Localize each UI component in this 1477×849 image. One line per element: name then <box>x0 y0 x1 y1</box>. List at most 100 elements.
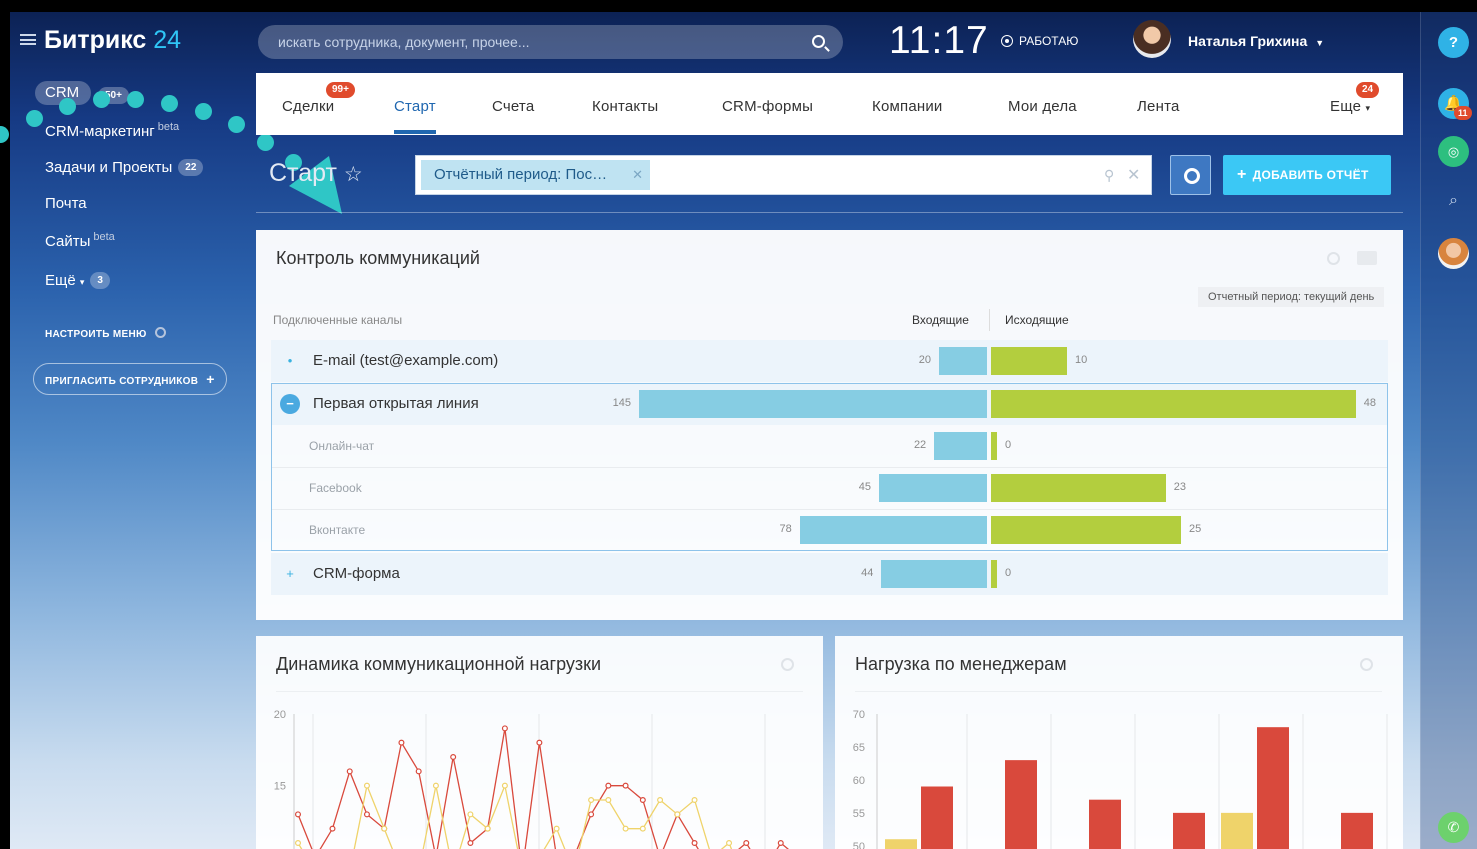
menu-burger-icon[interactable] <box>20 34 36 45</box>
invite-employees-button[interactable]: ПРИГЛАСИТЬ СОТРУДНИКОВ + <box>33 363 227 395</box>
sidebar-item-label: Сайты <box>45 233 91 250</box>
bar <box>1257 727 1289 849</box>
sidebar-item-tasks[interactable]: Задачи и Проекты 22 <box>45 159 204 176</box>
data-point <box>432 782 439 789</box>
sidebar-item-label: Задачи и Проекты <box>45 159 173 176</box>
data-point <box>622 825 629 832</box>
tab-invoices[interactable]: Счета <box>492 98 534 115</box>
sidebar-item-more[interactable]: Ещё ▾ 3 <box>45 272 110 289</box>
tab-contacts[interactable]: Контакты <box>592 98 658 115</box>
data-point <box>588 811 595 818</box>
configure-menu-link[interactable]: НАСТРОИТЬ МЕНЮ <box>45 327 166 340</box>
search-icon[interactable]: ⚲ <box>1104 167 1114 184</box>
sidebar-item-label: Ещё <box>45 272 76 289</box>
page-controls: Старт ☆ Отчётный период: Пос… ✕ ⚲ ✕ + ДОБА… <box>256 150 1403 214</box>
tab-my-activities[interactable]: Мои дела <box>1008 98 1077 115</box>
tab-more[interactable]: Еще ▾ <box>1330 98 1370 115</box>
filter-chip-label: Отчётный период: Пос… <box>434 166 608 183</box>
search-input[interactable]: искать сотрудника, документ, прочее... <box>258 25 843 59</box>
expand-icon[interactable]: • <box>280 351 300 371</box>
chevron-down-icon: ▾ <box>1365 103 1371 113</box>
tab-start[interactable]: Старт <box>394 98 436 115</box>
period-label: Отчетный период: текущий день <box>1198 287 1385 307</box>
bar <box>1005 760 1037 849</box>
tour-dot <box>59 98 76 115</box>
incoming-header: Входящие <box>912 313 969 327</box>
logo-version: 24 <box>153 26 182 54</box>
search-icon[interactable] <box>812 35 825 48</box>
incoming-bar <box>939 347 987 375</box>
logo-name: Битрикс <box>44 26 147 54</box>
series-line <box>297 783 733 849</box>
data-point <box>415 768 422 775</box>
app-logo[interactable]: Битрикс 24 <box>44 26 181 55</box>
user-menu[interactable]: Наталья Грихина ▼ <box>1188 33 1324 49</box>
data-point <box>743 840 750 847</box>
data-point <box>536 739 543 746</box>
avatar[interactable] <box>1438 238 1469 269</box>
close-icon[interactable]: ✕ <box>632 160 643 190</box>
incoming-value: 44 <box>861 567 874 579</box>
y-tick-label: 20 <box>274 709 286 721</box>
page-title: Старт ☆ <box>269 159 363 188</box>
tab-companies[interactable]: Компании <box>872 98 943 115</box>
sidebar-item-crm-marketing[interactable]: CRM-маркетинг beta <box>45 121 179 140</box>
data-point <box>777 840 784 847</box>
invite-label: ПРИГЛАСИТЬ СОТРУДНИКОВ <box>45 376 199 387</box>
work-status-toggle[interactable]: РАБОТАЮ <box>1001 34 1078 48</box>
data-point <box>622 782 629 789</box>
gear-icon[interactable] <box>1327 252 1340 265</box>
settings-gear-button[interactable] <box>1170 155 1211 195</box>
data-point <box>363 811 370 818</box>
tab-crm-forms[interactable]: CRM-формы <box>722 98 813 115</box>
y-tick-label: 65 <box>853 742 865 754</box>
search-placeholder: искать сотрудника, документ, прочее... <box>278 34 530 50</box>
filter-input[interactable]: Отчётный период: Пос… ✕ ⚲ ✕ <box>415 155 1152 195</box>
sidebar-item-sites[interactable]: Сайты beta <box>45 231 115 250</box>
plus-icon[interactable]: + <box>280 564 300 584</box>
bar <box>921 786 953 849</box>
close-icon[interactable]: ✕ <box>1127 165 1140 185</box>
tour-dot <box>161 95 178 112</box>
series-line <box>297 728 789 849</box>
record-icon <box>1001 35 1013 47</box>
data-point <box>450 753 457 760</box>
filter-chip[interactable]: Отчётный период: Пос… ✕ <box>421 160 650 190</box>
sidebar-item-mail[interactable]: Почта <box>45 195 87 212</box>
outgoing-header: Исходящие <box>1005 313 1069 327</box>
outgoing-value: 10 <box>1075 354 1088 366</box>
deals-counter-badge: 99+ <box>326 82 355 98</box>
data-point <box>398 739 405 746</box>
help-icon[interactable]: ? <box>1438 27 1469 58</box>
sidebar-item-label: CRM-маркетинг <box>45 123 155 140</box>
expanded-group-outline <box>271 383 1388 551</box>
tab-deals[interactable]: Сделки <box>282 98 334 115</box>
table-row[interactable]: + CRM-форма 44 0 <box>271 553 1388 595</box>
data-point <box>726 840 733 847</box>
manager-load-widget: Нагрузка по менеджерам 70 65 60 55 50 <box>835 636 1403 849</box>
data-point <box>294 840 301 847</box>
gear-icon <box>154 327 166 338</box>
tab-feed[interactable]: Лента <box>1137 98 1180 115</box>
outgoing-value: 0 <box>1005 567 1012 579</box>
data-point <box>605 797 612 804</box>
chat-icon[interactable]: ◎ <box>1438 136 1469 167</box>
table-row[interactable]: • E-mail (test@example.com) 20 10 <box>271 340 1388 382</box>
data-point <box>467 840 474 847</box>
plus-icon: + <box>1237 166 1247 183</box>
tour-dot <box>26 110 43 127</box>
more-counter-badge: 24 <box>1356 82 1380 98</box>
phone-icon[interactable]: ✆ <box>1438 812 1469 843</box>
y-tick-label: 15 <box>274 781 286 793</box>
star-icon[interactable]: ☆ <box>344 163 363 186</box>
add-report-button[interactable]: + ДОБАВИТЬ ОТЧЁТ <box>1223 155 1391 195</box>
search-icon[interactable]: ⌕ <box>1438 185 1469 216</box>
bar <box>1341 812 1373 849</box>
data-point <box>381 825 388 832</box>
data-point <box>657 797 664 804</box>
left-sidebar: Битрикс 24 CRM 50+ CRM-маркетинг beta Зад… <box>10 12 246 849</box>
avatar[interactable] <box>1133 20 1171 58</box>
communication-load-widget: Динамика коммуникационной нагрузки 20151… <box>256 636 823 849</box>
bar-chart: 70 65 60 55 50 <box>853 709 1388 849</box>
video-icon[interactable] <box>1357 251 1377 265</box>
